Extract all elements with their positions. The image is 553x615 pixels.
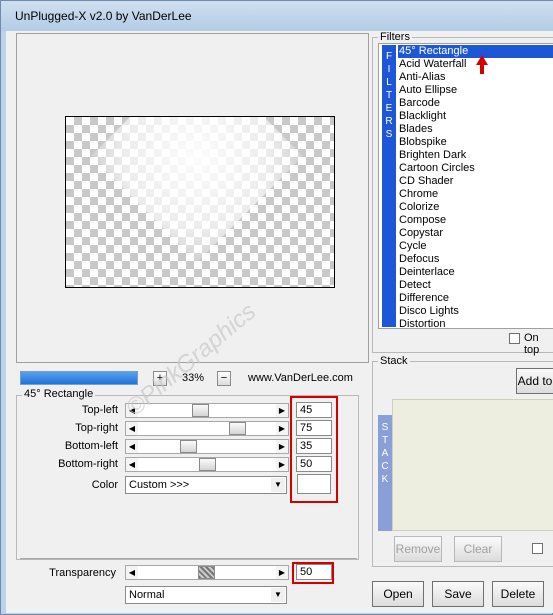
clear-button[interactable]: Clear bbox=[454, 536, 502, 562]
parameters-title: 45° Rectangle bbox=[22, 388, 96, 400]
stack-sidebar: STACK bbox=[378, 415, 392, 531]
slider-right-arrow-icon[interactable]: ▶ bbox=[276, 422, 288, 435]
window-client: + 33% − www.VanDerLee.com 45° Rectangle … bbox=[6, 31, 553, 613]
slider-label: Top-right bbox=[75, 422, 118, 434]
filter-item[interactable]: Disco Lights bbox=[398, 305, 553, 318]
sidebar-letter: S bbox=[385, 129, 393, 140]
progress-bar bbox=[20, 371, 138, 385]
save-button[interactable]: Save bbox=[432, 581, 484, 607]
window-title: UnPlugged-X v2.0 by VanDerLee bbox=[15, 9, 192, 23]
param-slider[interactable]: ◀ ▶ bbox=[125, 421, 289, 436]
zoom-out-button[interactable]: − bbox=[217, 371, 231, 386]
filter-item[interactable]: Distortion bbox=[398, 318, 553, 328]
filters-items: 45° Rectangle Acid Waterfall Anti-Alias Aut… bbox=[398, 45, 553, 328]
plugin-window: UnPlugged-X v2.0 by VanDerLee + 33% − ww… bbox=[0, 0, 553, 615]
rectangle-preview-shape bbox=[90, 117, 304, 263]
preview-canvas[interactable] bbox=[65, 116, 335, 288]
sidebar-letter: T bbox=[385, 90, 393, 101]
slider-thumb[interactable] bbox=[192, 404, 209, 417]
filter-item[interactable]: Colorize bbox=[398, 201, 553, 214]
sidebar-letter: F bbox=[385, 51, 393, 62]
param-slider[interactable]: ◀ ▶ bbox=[125, 439, 289, 454]
title-bar[interactable]: UnPlugged-X v2.0 by VanDerLee bbox=[1, 1, 553, 31]
sidebar-letter: R bbox=[385, 116, 393, 127]
filter-item[interactable]: Deinterlace bbox=[398, 266, 553, 279]
on-top-label: On top bbox=[524, 332, 540, 356]
filter-item[interactable]: CD Shader bbox=[398, 175, 553, 188]
chevron-down-icon[interactable]: ▼ bbox=[271, 588, 285, 602]
sidebar-letter: E bbox=[385, 103, 393, 114]
filters-title: Filters bbox=[378, 31, 412, 43]
filter-item[interactable]: Blades bbox=[398, 123, 553, 136]
filter-item[interactable]: Cycle bbox=[398, 240, 553, 253]
divider bbox=[20, 558, 357, 559]
slider-left-arrow-icon[interactable]: ◀ bbox=[126, 458, 138, 471]
slider-thumb[interactable] bbox=[229, 422, 246, 435]
sidebar-letter: A bbox=[381, 448, 389, 459]
stack-checkbox[interactable] bbox=[532, 543, 543, 554]
slider-label: Bottom-left bbox=[64, 440, 118, 452]
slider-label: Top-left bbox=[81, 404, 118, 416]
filter-item[interactable]: Auto Ellipse bbox=[398, 84, 553, 97]
blend-mode-value: Normal bbox=[129, 589, 165, 601]
color-label: Color bbox=[91, 479, 118, 491]
delete-button[interactable]: Delete bbox=[492, 581, 544, 607]
open-button[interactable]: Open bbox=[372, 581, 424, 607]
slider-thumb[interactable] bbox=[198, 566, 215, 579]
sidebar-letter: I bbox=[387, 64, 391, 75]
filter-item[interactable]: Blacklight bbox=[398, 110, 553, 123]
filter-item[interactable]: Blobspike bbox=[398, 136, 553, 149]
filter-item[interactable]: Difference bbox=[398, 292, 553, 305]
filters-sidebar: FILTERS bbox=[382, 45, 396, 327]
annotation-box-transparency bbox=[292, 562, 334, 584]
slider-left-arrow-icon[interactable]: ◀ bbox=[126, 440, 138, 453]
website-link[interactable]: www.VanDerLee.com bbox=[248, 372, 353, 384]
color-dropdown-value: Custom >>> bbox=[129, 479, 190, 491]
slider-right-arrow-icon[interactable]: ▶ bbox=[276, 458, 288, 471]
filter-item[interactable]: Detect bbox=[398, 279, 553, 292]
filters-list[interactable]: FILTERS 45° Rectangle Acid Waterfall Anti-… bbox=[378, 43, 553, 329]
remove-button[interactable]: Remove bbox=[394, 536, 442, 562]
filter-item[interactable]: Anti-Alias bbox=[398, 71, 553, 84]
slider-right-arrow-icon[interactable]: ▶ bbox=[276, 404, 288, 417]
filter-item[interactable]: Compose bbox=[398, 214, 553, 227]
stack-list[interactable] bbox=[392, 399, 553, 531]
filter-item[interactable]: Brighten Dark bbox=[398, 149, 553, 162]
transparency-label: Transparency bbox=[49, 567, 116, 579]
sidebar-letter: S bbox=[381, 422, 389, 433]
on-top-checkbox[interactable] bbox=[509, 333, 520, 344]
stack-title: Stack bbox=[378, 355, 410, 367]
slider-label: Bottom-right bbox=[58, 458, 118, 470]
annotation-box-values bbox=[290, 396, 338, 503]
slider-left-arrow-icon[interactable]: ◀ bbox=[126, 566, 138, 579]
sidebar-letter: L bbox=[386, 77, 392, 88]
slider-left-arrow-icon[interactable]: ◀ bbox=[126, 422, 138, 435]
filter-item[interactable]: Barcode bbox=[398, 97, 553, 110]
blend-mode-dropdown[interactable]: Normal ▼ bbox=[125, 586, 287, 604]
transparency-slider[interactable]: ◀ ▶ bbox=[125, 565, 289, 580]
filter-item[interactable]: Cartoon Circles bbox=[398, 162, 553, 175]
filter-item[interactable]: Defocus bbox=[398, 253, 553, 266]
color-dropdown[interactable]: Custom >>> ▼ bbox=[125, 476, 287, 494]
annotation-arrow-stem bbox=[480, 64, 484, 74]
add-to-stack-button[interactable]: Add to bbox=[516, 368, 553, 394]
slider-thumb[interactable] bbox=[199, 458, 216, 471]
sidebar-letter: K bbox=[381, 474, 389, 485]
sidebar-letter: T bbox=[381, 435, 389, 446]
param-slider[interactable]: ◀ ▶ bbox=[125, 457, 289, 472]
slider-right-arrow-icon[interactable]: ▶ bbox=[276, 566, 288, 579]
preview-panel bbox=[16, 33, 369, 363]
filter-item[interactable]: Chrome bbox=[398, 188, 553, 201]
slider-thumb[interactable] bbox=[180, 440, 197, 453]
chevron-down-icon[interactable]: ▼ bbox=[271, 478, 285, 492]
slider-right-arrow-icon[interactable]: ▶ bbox=[276, 440, 288, 453]
sidebar-letter: C bbox=[381, 461, 389, 472]
filter-item[interactable]: Copystar bbox=[398, 227, 553, 240]
